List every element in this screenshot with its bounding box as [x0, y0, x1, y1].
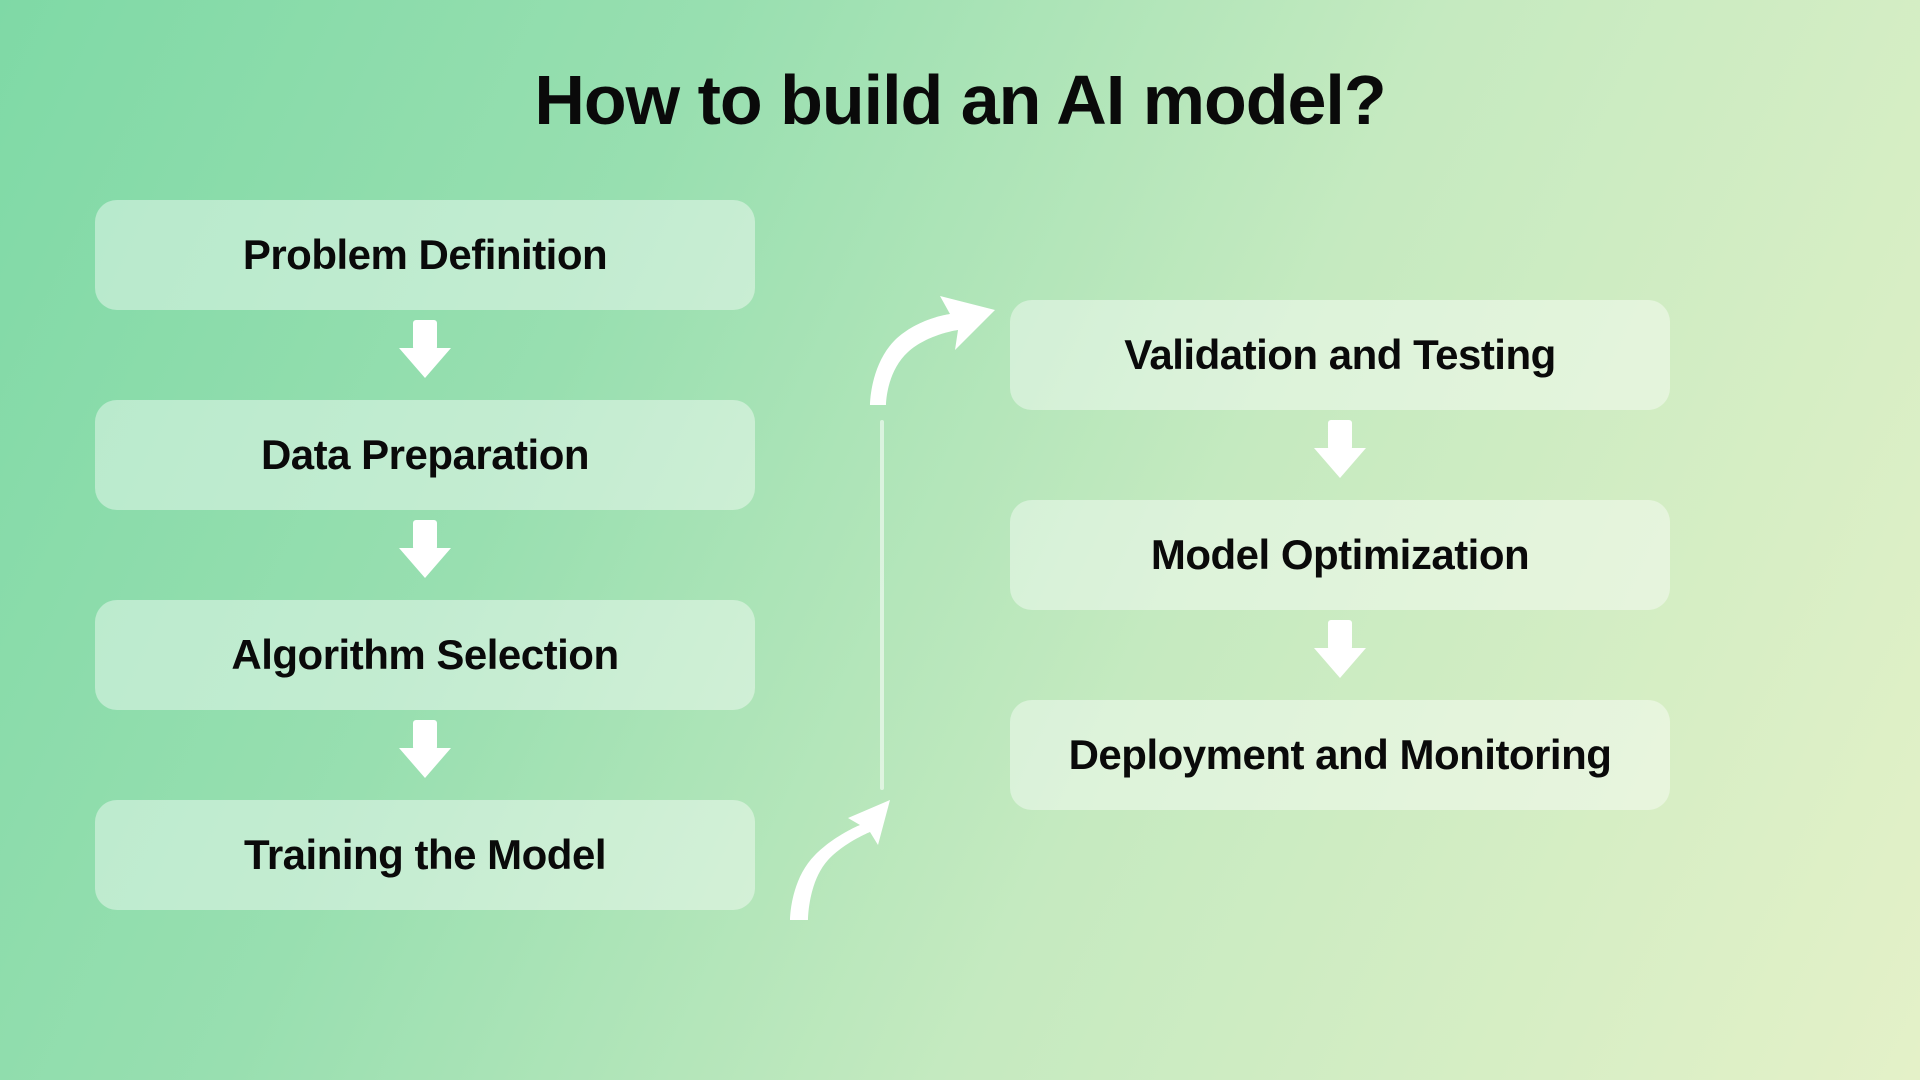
step-data-preparation: Data Preparation — [95, 400, 755, 510]
arrow-down-icon — [1314, 420, 1366, 480]
arrow-down-icon — [399, 520, 451, 580]
column-divider — [880, 420, 884, 790]
step-validation-and-testing: Validation and Testing — [1010, 300, 1670, 410]
arrow-curve-right-icon — [840, 290, 1000, 410]
step-problem-definition: Problem Definition — [95, 200, 755, 310]
arrow-down-icon — [399, 320, 451, 380]
step-algorithm-selection: Algorithm Selection — [95, 600, 755, 710]
arrow-down-icon — [399, 720, 451, 780]
step-deployment-and-monitoring: Deployment and Monitoring — [1010, 700, 1670, 810]
arrow-down-icon — [1314, 620, 1366, 680]
step-model-optimization: Model Optimization — [1010, 500, 1670, 610]
step-training-the-model: Training the Model — [95, 800, 755, 910]
diagram-title: How to build an AI model? — [0, 60, 1920, 140]
arrow-curve-up-icon — [780, 800, 900, 930]
